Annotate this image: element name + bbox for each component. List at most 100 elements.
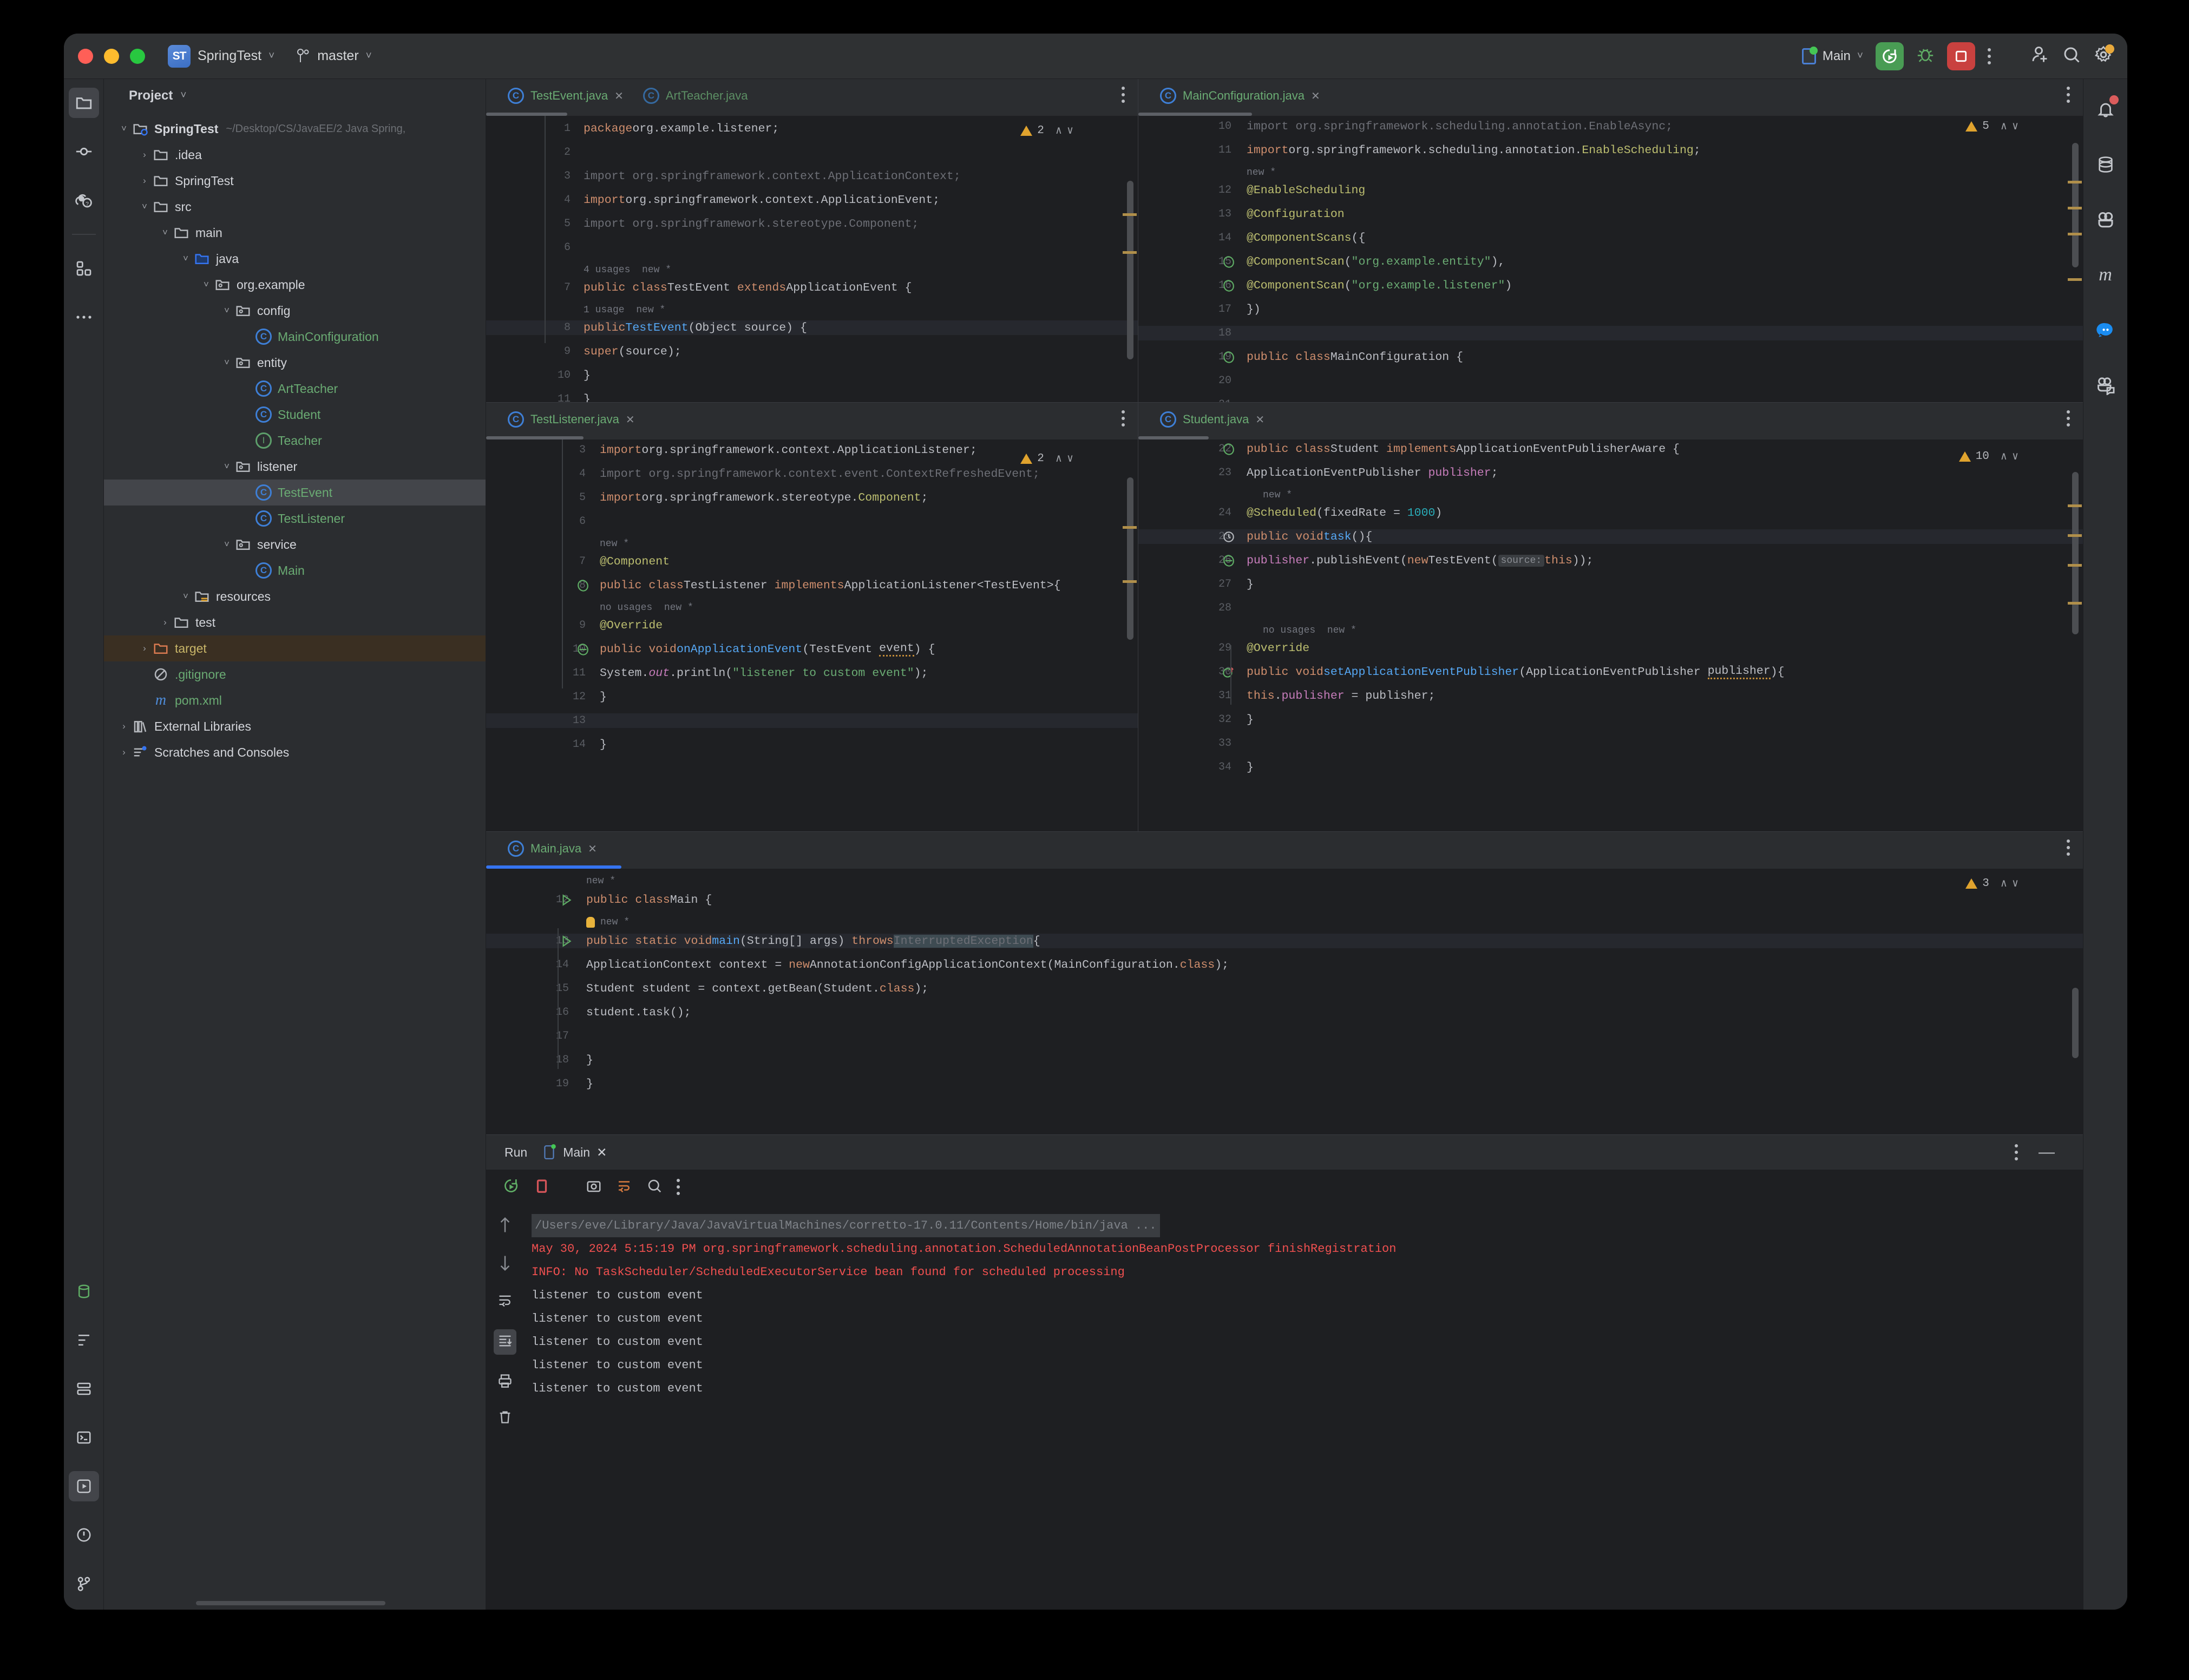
project-tree[interactable]: ˅ SpringTest ~/Desktop/CS/JavaEE/2 Java Sp… — [104, 113, 486, 1610]
code-line[interactable]: } — [600, 690, 607, 704]
tool-window-services[interactable] — [69, 1374, 99, 1404]
chevron-right-icon[interactable]: › — [137, 643, 152, 654]
code-line[interactable]: public class Main { — [586, 892, 712, 907]
code-line[interactable]: public TestEvent (Object source) { — [584, 320, 807, 335]
close-icon[interactable]: ✕ — [1311, 89, 1320, 103]
code-line[interactable]: public class TestListener implements App… — [600, 578, 1061, 593]
code-line[interactable]: import org.springframework.scheduling.an… — [1247, 143, 1701, 158]
print-button[interactable] — [497, 1373, 513, 1391]
code-editor-main[interactable]: new * 12 public class Main {new * 13 public… — [486, 869, 2083, 1134]
tree-item-target[interactable]: › target — [104, 635, 486, 661]
run-configuration-selector[interactable]: Main ˅ — [1801, 46, 1863, 64]
editor-vertical-scrollbar[interactable] — [2072, 143, 2079, 267]
editor-options-button[interactable] — [2067, 839, 2070, 856]
code-line[interactable]: public void onApplicationEvent (TestEvent… — [600, 642, 935, 657]
tree-item-java[interactable]: ˅ java — [104, 246, 486, 272]
tree-item-springtest[interactable]: ˅ SpringTest ~/Desktop/CS/JavaEE/2 Java Sp… — [104, 116, 486, 142]
tab-testlistener-java[interactable]: C TestListener.java ✕ — [498, 403, 645, 436]
tool-window-database[interactable] — [69, 1276, 99, 1307]
code-line[interactable]: @ComponentScan("org.example.listener") — [1247, 278, 1512, 293]
spring-bean-gutter-icon[interactable] — [1222, 350, 1236, 364]
scroll-down-button[interactable] — [498, 1255, 512, 1275]
console-line[interactable]: listener to custom event — [532, 1354, 2083, 1377]
code-line[interactable]: } — [584, 368, 591, 383]
chevron-right-icon[interactable]: › — [137, 175, 152, 186]
chevron-down-icon[interactable]: ˅ — [158, 227, 172, 238]
tree-item-scratches-and-consoles[interactable]: › Scratches and Consoles — [104, 739, 486, 765]
stop-button[interactable] — [1947, 42, 1975, 70]
editor-vertical-scrollbar[interactable] — [1127, 477, 1133, 640]
tool-window-structure[interactable] — [69, 253, 99, 284]
console-line[interactable]: INFO: No TaskScheduler/ScheduledExecutor… — [532, 1261, 2083, 1284]
scroll-to-end-toggle[interactable] — [494, 1329, 516, 1355]
tree-item-service[interactable]: ˅ service — [104, 531, 486, 557]
tool-window-run[interactable] — [68, 1471, 99, 1501]
code-editor-testlistener[interactable]: 3 import org.springframework.context.Appl… — [486, 439, 1138, 831]
chevron-down-icon[interactable]: ˅ — [199, 279, 213, 290]
event-listener-gutter-icon[interactable] — [576, 642, 590, 657]
code-line[interactable]: super (source); — [584, 344, 681, 359]
console-line[interactable]: listener to custom event — [532, 1284, 2083, 1307]
inspection-warning-badge[interactable]: 2 ∧∨ — [1020, 123, 1078, 137]
code-line[interactable]: import org.springframework.stereotype.Co… — [600, 490, 928, 505]
code-line[interactable]: @EnableScheduling — [1247, 183, 1365, 198]
editor-options-button[interactable] — [2067, 410, 2070, 426]
inspection-warning-badge[interactable]: 5 ∧∨ — [1965, 119, 2023, 133]
code-line[interactable]: } — [600, 737, 607, 752]
tree-item-external-libraries[interactable]: › External Libraries — [104, 713, 486, 739]
tree-item-gitignore[interactable]: .gitignore — [104, 661, 486, 687]
code-line[interactable]: ApplicationContext context = new Annotat… — [586, 957, 1229, 972]
inspection-warning-badge[interactable]: 3 ∧∨ — [1965, 876, 2023, 890]
chevron-down-icon[interactable]: ˅ — [179, 253, 193, 264]
tool-window-spring[interactable] — [2090, 205, 2121, 235]
tab-main-java[interactable]: C Main.java ✕ — [498, 832, 607, 865]
inspection-warning-badge[interactable]: 2 ∧∨ — [1020, 451, 1078, 465]
code-line[interactable]: import org.springframework.context.event… — [600, 467, 1040, 481]
tree-item-resources[interactable]: ˅ resources — [104, 583, 486, 609]
tree-item-org-example[interactable]: ˅ org.example — [104, 272, 486, 298]
project-selector[interactable]: ST SpringTest ˅ — [168, 44, 274, 68]
navigate-problems-icon[interactable]: ∧∨ — [2001, 449, 2023, 463]
code-line[interactable]: } — [1247, 712, 1254, 727]
spring-bean-gutter-icon[interactable] — [1222, 442, 1236, 456]
tree-item-listener[interactable]: ˅ listener — [104, 454, 486, 480]
code-line[interactable]: } — [584, 392, 591, 403]
code-line[interactable]: import org.springframework.context.Appli… — [600, 443, 977, 457]
more-tool-windows-button[interactable] — [69, 302, 99, 332]
console-line[interactable]: listener to custom event — [532, 1330, 2083, 1354]
code-line[interactable]: import org.springframework.stereotype.Co… — [584, 216, 919, 231]
code-line[interactable]: public class Student implements Applicat… — [1247, 442, 1680, 456]
code-line[interactable]: @Component — [600, 554, 670, 569]
scheduled-task-gutter-icon[interactable] — [1222, 530, 1236, 544]
screenshot-button[interactable] — [586, 1178, 602, 1197]
chevron-right-icon[interactable]: › — [137, 149, 152, 160]
code-line[interactable]: } — [1247, 760, 1254, 775]
tree-item-student[interactable]: C Student — [104, 402, 486, 428]
inspection-warning-badge[interactable]: 10 ∧∨ — [1958, 449, 2023, 463]
chevron-down-icon[interactable]: ˅ — [220, 539, 234, 550]
code-line[interactable]: @Scheduled (fixedRate = 1000) — [1247, 506, 1442, 520]
tab-artteacher-java[interactable]: C ArtTeacher.java — [633, 79, 758, 113]
code-line[interactable]: @Override — [1247, 641, 1309, 655]
minimize-run-panel-button[interactable]: — — [2039, 1143, 2055, 1161]
tool-window-endpoints[interactable] — [2090, 370, 2121, 401]
event-listener-gutter-icon[interactable] — [1222, 554, 1236, 568]
tab-testevent-java[interactable]: C TestEvent.java ✕ — [498, 79, 633, 113]
tool-window-commit[interactable] — [69, 136, 99, 167]
code-line[interactable]: public class TestEvent extends Applicati… — [584, 280, 912, 295]
console-output[interactable]: /Users/eve/Library/Java/JavaVirtualMachi… — [524, 1204, 2083, 1578]
code-line[interactable]: @Configuration — [1247, 207, 1345, 221]
code-editor-mainconfiguration[interactable]: 10 import org.springframework.scheduling.… — [1138, 116, 2083, 402]
code-line[interactable]: @Override — [600, 618, 663, 633]
console-line[interactable]: May 30, 2024 5:15:19 PM org.springframew… — [532, 1237, 2083, 1261]
chevron-down-icon[interactable]: ˅ — [220, 357, 234, 368]
tree-item-main[interactable]: C Main — [104, 557, 486, 583]
intention-bulb-icon[interactable] — [586, 917, 595, 928]
tree-item-src[interactable]: ˅ src — [104, 194, 486, 220]
tab-student-java[interactable]: C Student.java ✕ — [1150, 403, 1274, 436]
tree-item-mainconfiguration[interactable]: C MainConfiguration — [104, 324, 486, 350]
code-line[interactable]: } — [1247, 577, 1254, 592]
chevron-right-icon[interactable]: › — [158, 617, 172, 628]
tool-window-maven[interactable]: m — [2090, 260, 2121, 290]
editor-options-button[interactable] — [1122, 410, 1125, 426]
